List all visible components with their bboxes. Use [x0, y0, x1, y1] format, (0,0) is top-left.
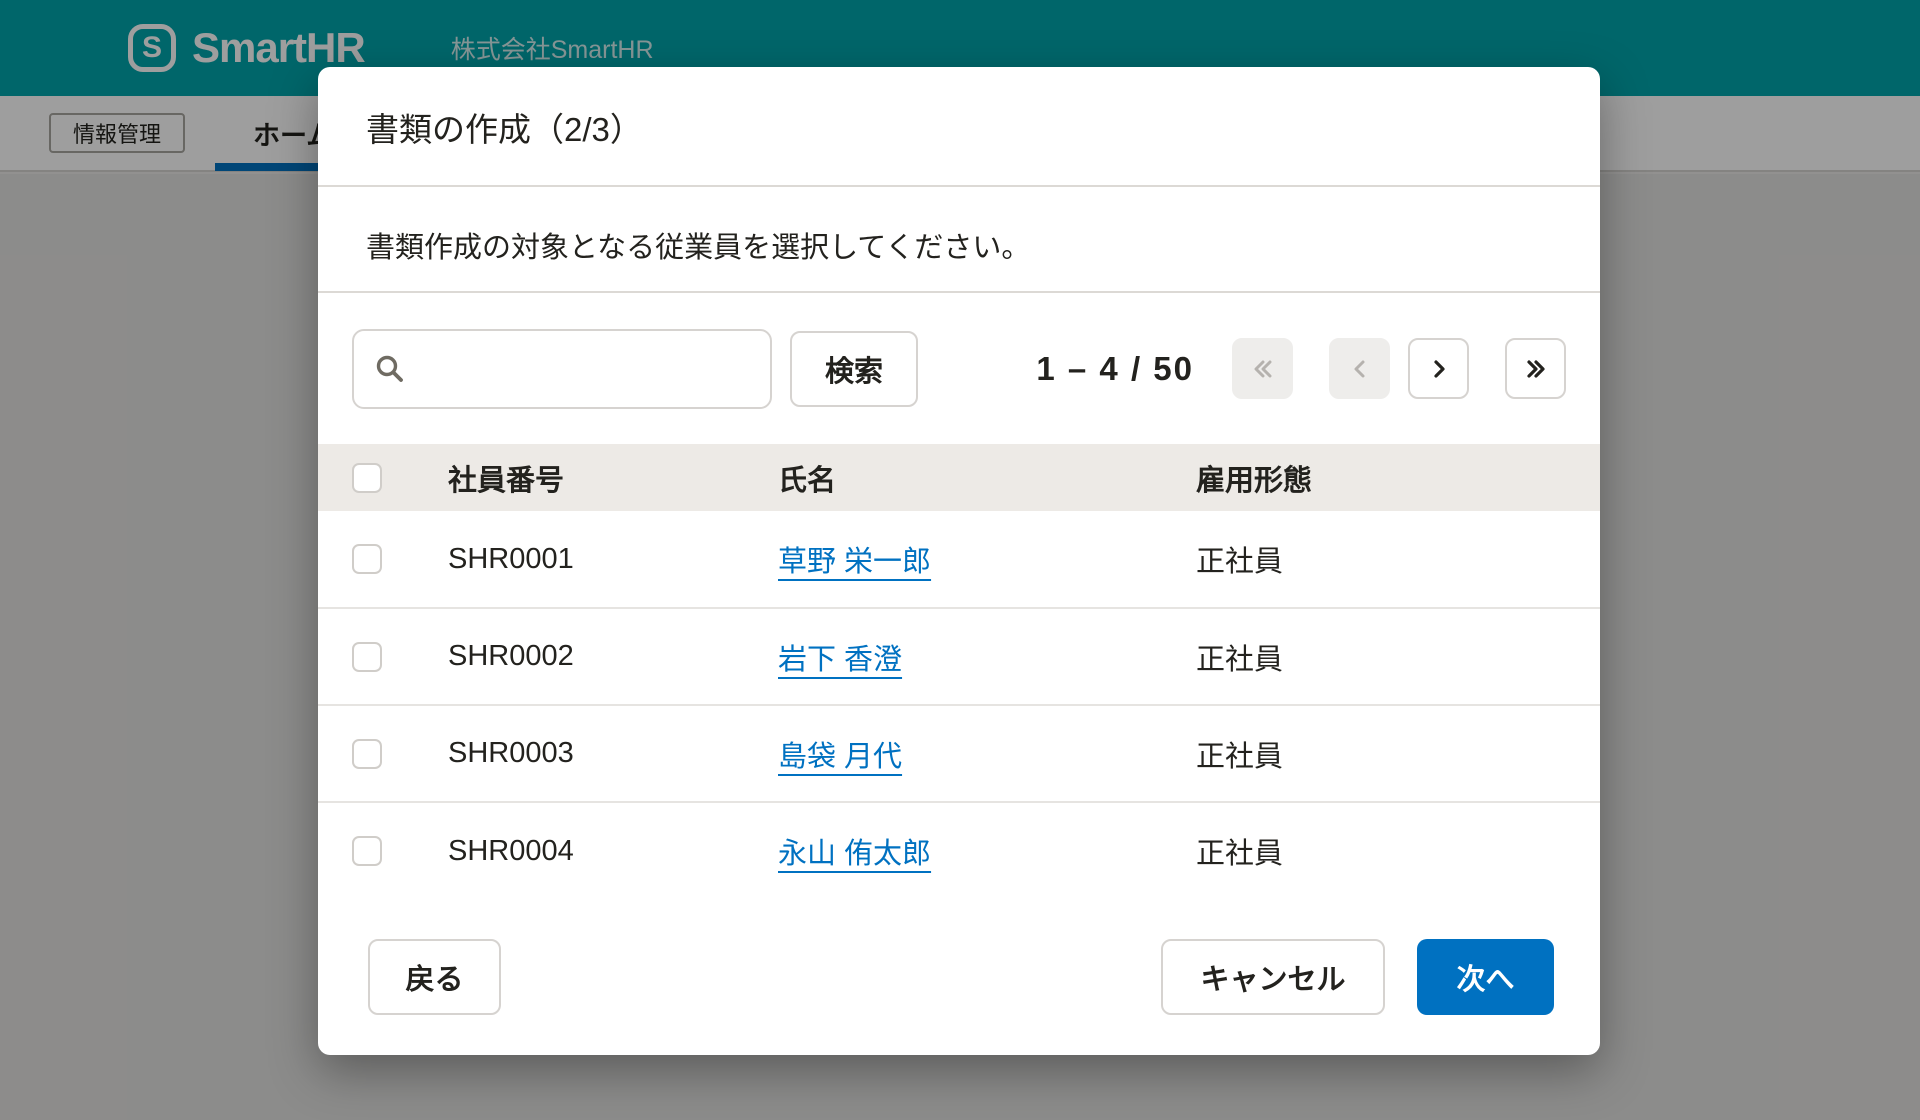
cancel-button[interactable]: キャンセル [1161, 939, 1385, 1015]
screen: S SmartHR 株式会社SmartHR 情報管理 ホーム 書類の作成（2/3… [0, 0, 1920, 1120]
dialog-title-bar: 書類の作成（2/3） [318, 67, 1600, 187]
employee-name-link[interactable]: 岩下 香澄 [778, 644, 902, 676]
document-creation-dialog: 書類の作成（2/3） 書類作成の対象となる従業員を選択してください。 検索 1 … [318, 67, 1600, 1055]
employee-name-link[interactable]: 島袋 月代 [778, 741, 902, 773]
employment-type: 正社員 [1196, 705, 1600, 802]
dialog-footer: 戻る キャンセル 次へ [318, 899, 1600, 1055]
employment-type: 正社員 [1196, 802, 1600, 899]
back-button[interactable]: 戻る [368, 939, 501, 1015]
next-button[interactable]: 次へ [1417, 939, 1554, 1015]
double-chevron-right-icon [1522, 355, 1550, 383]
pagination-range-label: 1 – 4 / 50 [1036, 350, 1194, 388]
table-header-row: 社員番号 氏名 雇用形態 [318, 444, 1600, 511]
search-box [352, 329, 772, 409]
search-pagination-toolbar: 検索 1 – 4 / 50 [318, 293, 1600, 444]
next-page-button[interactable] [1408, 338, 1469, 399]
column-header-employment-type: 雇用形態 [1196, 444, 1600, 511]
search-icon [374, 353, 406, 385]
table-row: SHR0003 島袋 月代 正社員 [318, 705, 1600, 802]
dialog-description: 書類作成の対象となる従業員を選択してください。 [366, 224, 1552, 266]
table-row: SHR0004 永山 侑太郎 正社員 [318, 802, 1600, 899]
row-checkbox[interactable] [352, 642, 382, 672]
column-header-employee-id: 社員番号 [448, 444, 778, 511]
double-chevron-left-icon [1249, 355, 1277, 383]
row-checkbox[interactable] [352, 544, 382, 574]
first-page-button[interactable] [1232, 338, 1293, 399]
row-checkbox[interactable] [352, 739, 382, 769]
footer-action-group: キャンセル 次へ [1161, 939, 1554, 1015]
employment-type: 正社員 [1196, 511, 1600, 608]
row-checkbox[interactable] [352, 836, 382, 866]
last-page-button[interactable] [1505, 338, 1566, 399]
employee-id: SHR0002 [448, 608, 778, 705]
chevron-left-icon [1346, 355, 1374, 383]
employee-table: 社員番号 氏名 雇用形態 SHR0001 草野 栄一郎 正社員 SHR0002 … [318, 444, 1600, 899]
dialog-description-bar: 書類作成の対象となる従業員を選択してください。 [318, 187, 1600, 293]
select-all-checkbox[interactable] [352, 463, 382, 493]
column-header-name: 氏名 [778, 444, 1196, 511]
prev-page-button[interactable] [1329, 338, 1390, 399]
employee-name-link[interactable]: 永山 侑太郎 [778, 838, 931, 870]
employee-id: SHR0004 [448, 802, 778, 899]
search-button[interactable]: 検索 [790, 331, 918, 407]
chevron-right-icon [1425, 355, 1453, 383]
employee-id: SHR0001 [448, 511, 778, 608]
search-input[interactable] [420, 331, 781, 407]
employment-type: 正社員 [1196, 608, 1600, 705]
employee-name-link[interactable]: 草野 栄一郎 [778, 546, 931, 578]
dialog-title: 書類の作成（2/3） [366, 103, 1552, 151]
table-row: SHR0001 草野 栄一郎 正社員 [318, 511, 1600, 608]
table-row: SHR0002 岩下 香澄 正社員 [318, 608, 1600, 705]
employee-id: SHR0003 [448, 705, 778, 802]
